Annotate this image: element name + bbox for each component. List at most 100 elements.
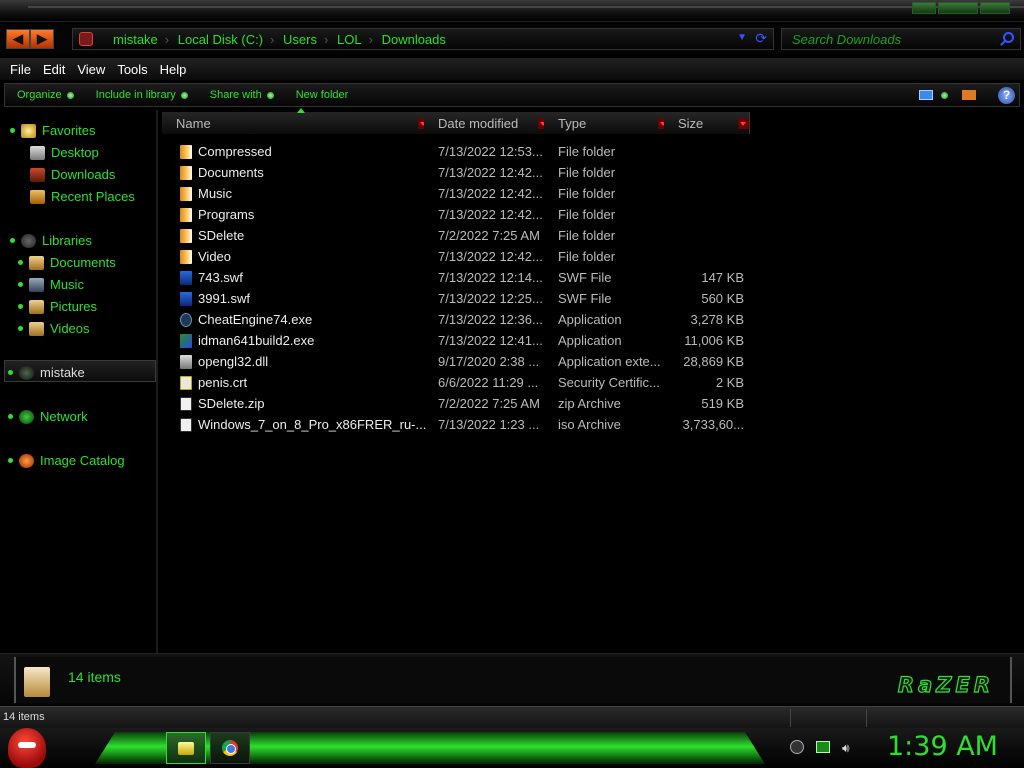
file-row[interactable]: 3991.swf 7/13/2022 12:25... SWF File 560 KB	[162, 289, 752, 310]
nav-favorites-label: Favorites	[42, 123, 96, 138]
column-size-label: Size	[678, 116, 704, 131]
folder-icon	[180, 229, 192, 243]
taskbar-explorer[interactable]	[166, 732, 206, 764]
search-icon[interactable]	[1003, 32, 1014, 43]
file-row[interactable]: Compressed 7/13/2022 12:53... File folder	[162, 142, 752, 163]
column-type-label: Type	[558, 116, 587, 131]
file-type: File folder	[558, 207, 616, 222]
search-input[interactable]: Search Downloads	[781, 28, 1021, 50]
taskbar-chrome[interactable]	[210, 732, 250, 764]
minimize-button[interactable]	[912, 2, 936, 14]
status-divider	[790, 709, 791, 727]
file-row[interactable]: Video 7/13/2022 12:42... File folder	[162, 247, 752, 268]
forward-button[interactable]: ▶	[30, 29, 54, 49]
clock[interactable]: 1:39 AM	[887, 731, 998, 762]
nav-homegroup[interactable]: mistake	[8, 365, 85, 380]
maximize-button[interactable]	[938, 2, 978, 14]
column-type[interactable]: Type	[544, 112, 670, 134]
preview-pane-icon[interactable]	[962, 90, 976, 100]
breadcrumb-users[interactable]: Users	[270, 32, 317, 47]
nav-image-catalog[interactable]: Image Catalog	[8, 453, 125, 468]
documents-icon	[29, 255, 44, 270]
help-icon[interactable]: ?	[998, 86, 1015, 104]
volume-icon[interactable]: 🔊︎	[842, 741, 856, 755]
back-button[interactable]: ◀	[6, 29, 30, 49]
column-size[interactable]: Size	[664, 112, 750, 134]
change-view-icon[interactable]	[919, 90, 933, 100]
nav-downloads[interactable]: Downloads	[30, 167, 115, 182]
back-arrow-icon: ◀	[13, 31, 23, 46]
file-row[interactable]: idman641build2.exe 7/13/2022 12:41... Appl…	[162, 331, 752, 352]
file-row[interactable]: SDelete 7/2/2022 7:25 AM File folder	[162, 226, 752, 247]
organize-button[interactable]: Organize	[17, 89, 74, 101]
file-row[interactable]: 743.swf 7/13/2022 12:14... SWF File 147 KB	[162, 268, 752, 289]
menu-bar: File Edit View Tools Help	[0, 58, 1024, 80]
include-in-library-button[interactable]: Include in library	[96, 89, 188, 101]
expand-icon[interactable]	[8, 414, 13, 419]
file-name: Video	[198, 249, 232, 264]
file-row[interactable]: SDelete.zip 7/2/2022 7:25 AM zip Archive 51…	[162, 394, 752, 415]
file-row[interactable]: Windows_7_on_8_Pro_x86FRER_ru-... 7/13/20…	[162, 415, 752, 436]
expand-icon[interactable]	[8, 458, 13, 463]
start-button[interactable]	[8, 728, 46, 768]
expand-icon[interactable]	[18, 260, 23, 265]
view-options-dot-icon[interactable]	[941, 91, 948, 99]
column-date-modified[interactable]: Date modified	[424, 112, 550, 134]
breadcrumb-mistake[interactable]: mistake	[113, 32, 158, 47]
expand-icon[interactable]	[18, 304, 23, 309]
breadcrumb-downloads[interactable]: Downloads	[369, 32, 446, 47]
new-folder-button[interactable]: New folder	[296, 89, 349, 101]
file-date: 9/17/2020 2:38 ...	[438, 354, 540, 369]
nav-library-videos-label: Videos	[50, 321, 90, 336]
status-divider	[866, 709, 867, 727]
nav-libraries[interactable]: Libraries	[10, 233, 92, 248]
nav-library-documents[interactable]: Documents	[18, 255, 116, 270]
nav-library-pictures[interactable]: Pictures	[18, 299, 97, 314]
expand-icon[interactable]	[18, 326, 23, 331]
action-center-icon[interactable]	[790, 740, 804, 754]
column-name[interactable]: Name	[162, 108, 430, 134]
expand-icon[interactable]	[8, 370, 13, 375]
file-row[interactable]: Programs 7/13/2022 12:42... File folder	[162, 205, 752, 226]
file-row[interactable]: opengl32.dll 9/17/2020 2:38 ... Applicatio…	[162, 352, 752, 373]
address-bar[interactable]: mistake Local Disk (C:) Users LOL Downlo…	[72, 28, 774, 50]
menu-help[interactable]: Help	[160, 62, 187, 77]
expand-icon[interactable]	[10, 128, 15, 133]
nav-favorites[interactable]: Favorites	[10, 123, 95, 138]
network-tray-icon[interactable]	[816, 741, 830, 753]
sort-ascending-icon	[297, 108, 305, 113]
idm-icon	[180, 334, 192, 348]
column-dropdown-icon[interactable]	[738, 118, 749, 129]
address-dropdown-icon[interactable]: ▼	[737, 32, 747, 43]
expand-icon[interactable]	[18, 282, 23, 287]
status-bar: 14 items	[0, 706, 1024, 728]
menu-file[interactable]: File	[10, 62, 31, 77]
expand-icon[interactable]	[10, 238, 15, 243]
refresh-icon[interactable]: ⟳	[755, 30, 767, 47]
file-row[interactable]: CheatEngine74.exe 7/13/2022 12:36... Appli…	[162, 310, 752, 331]
breadcrumb-local-disk[interactable]: Local Disk (C:)	[165, 32, 263, 47]
nav-network[interactable]: Network	[8, 409, 88, 424]
breadcrumb-lol[interactable]: LOL	[324, 32, 361, 47]
share-with-button[interactable]: Share with	[210, 89, 274, 101]
file-size: 3,733,60...	[682, 417, 744, 432]
file-row[interactable]: Music 7/13/2022 12:42... File folder	[162, 184, 752, 205]
file-date: 6/6/2022 11:29 ...	[438, 375, 539, 390]
title-bar	[0, 0, 1024, 22]
nav-library-videos[interactable]: Videos	[18, 321, 90, 336]
menu-view[interactable]: View	[77, 62, 105, 77]
file-type: zip Archive	[558, 396, 621, 411]
nav-library-music[interactable]: Music	[18, 277, 84, 292]
file-type: File folder	[558, 186, 616, 201]
close-button[interactable]	[980, 2, 1010, 14]
menu-edit[interactable]: Edit	[43, 62, 65, 77]
column-date-label: Date modified	[438, 116, 519, 131]
nav-recent-places[interactable]: Recent Places	[30, 189, 135, 204]
nav-desktop[interactable]: Desktop	[30, 145, 99, 160]
file-row[interactable]: penis.crt 6/6/2022 11:29 ... Security Cert…	[162, 373, 752, 394]
file-name: opengl32.dll	[198, 354, 269, 369]
file-date: 7/13/2022 12:53...	[438, 144, 543, 159]
file-row[interactable]: Documents 7/13/2022 12:42... File folder	[162, 163, 752, 184]
file-size: 519 KB	[701, 396, 744, 411]
menu-tools[interactable]: Tools	[117, 62, 147, 77]
